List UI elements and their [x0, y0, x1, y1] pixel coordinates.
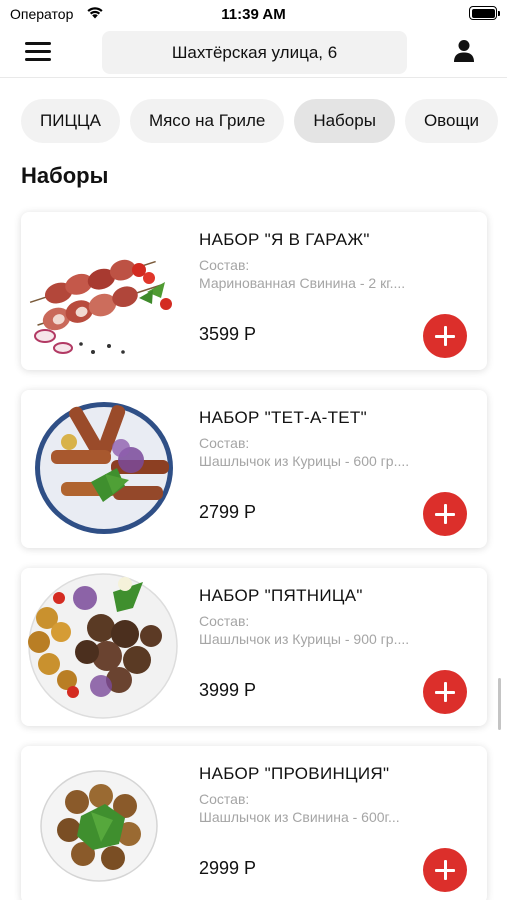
address-label: Шахтёрская улица, 6: [171, 42, 338, 62]
product-card[interactable]: НАБОР "ТЕТ-А-ТЕТ" Состав: Шашлычок из Ку…: [21, 390, 487, 548]
product-composition: Состав: Шашлычок из Курицы - 600 гр....: [199, 435, 410, 469]
menu-icon[interactable]: [25, 42, 51, 62]
category-chip-pizza[interactable]: ПИЦЦА: [21, 99, 120, 143]
profile-icon[interactable]: [453, 39, 475, 63]
product-name: НАБОР "Я В ГАРАЖ": [199, 230, 370, 249]
product-name: НАБОР "ПРОВИНЦИЯ": [199, 764, 390, 783]
product-image: [29, 259, 172, 354]
product-composition: Состав: Шашлычок из Курицы - 900 гр....: [199, 613, 410, 647]
add-to-cart-button[interactable]: [423, 492, 467, 536]
product-price: 3999 Р: [199, 680, 257, 700]
product-name: НАБОР "ПЯТНИЦА": [199, 586, 363, 605]
scrollbar[interactable]: [498, 678, 501, 730]
status-bar: Оператор 11:39 AM: [0, 0, 507, 28]
product-image: [40, 770, 158, 882]
product-composition: Состав: Шашлычок из Свинина - 600г...: [199, 791, 400, 825]
product-composition: Состав: Маринованная Свинина - 2 кг....: [199, 257, 406, 291]
add-to-cart-button[interactable]: [423, 314, 467, 358]
address-selector[interactable]: Шахтёрская улица, 6: [102, 31, 407, 74]
category-chips: ПИЦЦА Мясо на Гриле Наборы Овощи: [21, 99, 498, 143]
category-chip-vegetables[interactable]: Овощи: [404, 99, 498, 143]
status-time: 11:39 AM: [221, 6, 286, 23]
product-image: [35, 402, 173, 534]
product-price: 3599 Р: [199, 324, 257, 344]
add-to-cart-button[interactable]: [423, 670, 467, 714]
product-card[interactable]: НАБОР "ПЯТНИЦА" Состав: Шашлычок из Кури…: [21, 568, 487, 726]
nav-bar: Шахтёрская улица, 6: [0, 28, 507, 78]
product-name: НАБОР "ТЕТ-А-ТЕТ": [199, 408, 367, 427]
add-to-cart-button[interactable]: [423, 848, 467, 892]
product-image: [28, 573, 178, 719]
section-title: Наборы: [21, 163, 109, 188]
product-card[interactable]: НАБОР "ПРОВИНЦИЯ" Состав: Шашлычок из Св…: [21, 746, 487, 900]
product-price: 2999 Р: [199, 858, 257, 878]
product-card[interactable]: НАБОР "Я В ГАРАЖ" Состав: Маринованная С…: [21, 212, 487, 370]
category-chip-sets[interactable]: Наборы: [294, 99, 395, 143]
category-chip-grill[interactable]: Мясо на Гриле: [129, 99, 285, 143]
product-price: 2799 Р: [199, 502, 257, 522]
battery-icon: [469, 6, 500, 20]
